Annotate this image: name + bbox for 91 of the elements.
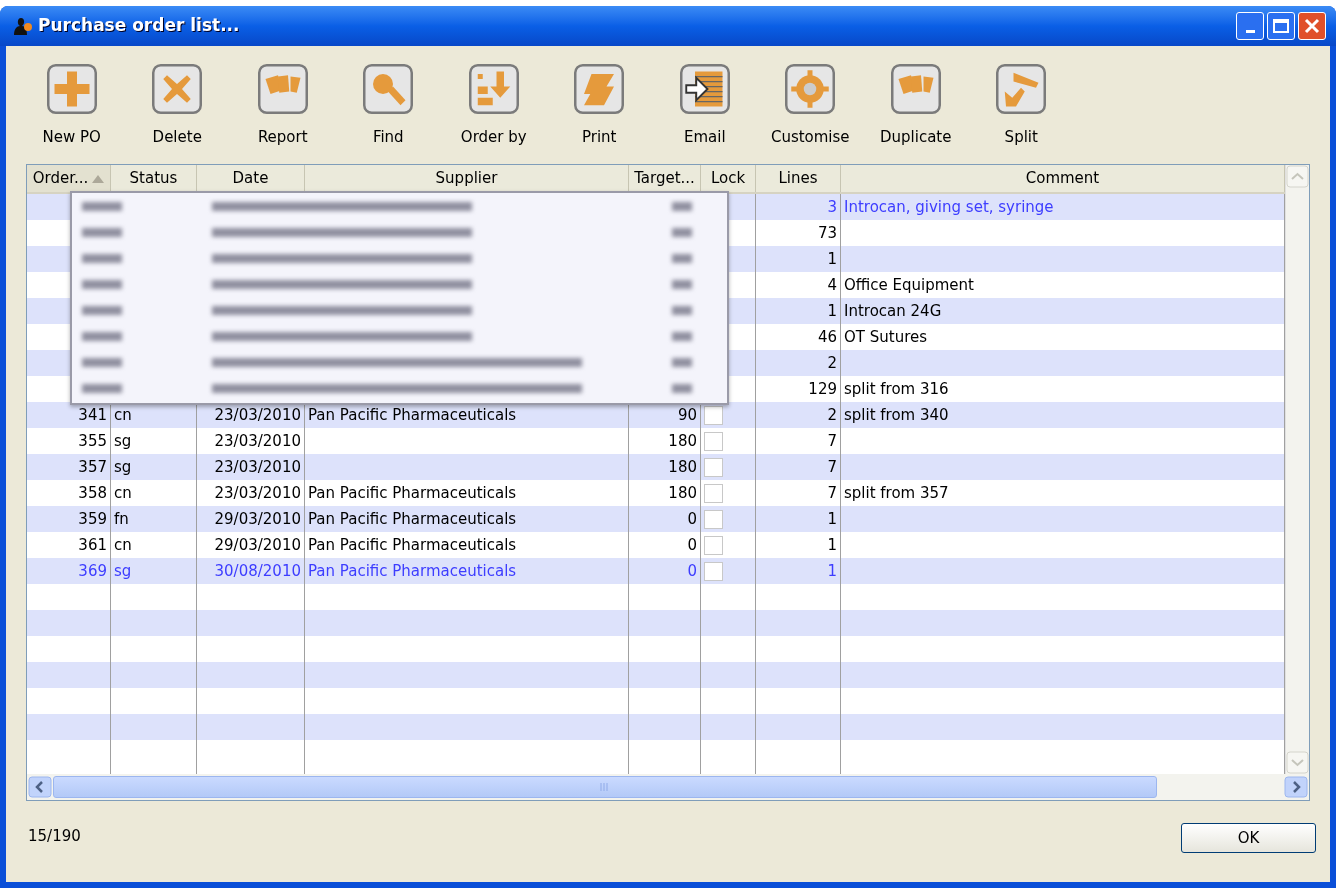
target-cell-text: 90 (677, 404, 697, 426)
lines-cell-text: 7 (827, 456, 837, 478)
order-cell-text: 361 (78, 534, 107, 556)
comment-cell-text: Introcan, giving set, syringe (844, 196, 1054, 218)
comment-cell-text: OT Sutures (844, 326, 928, 348)
lines-cell-text: 46 (817, 326, 837, 348)
scroll-right-icon[interactable] (1284, 776, 1308, 798)
maximize-button[interactable] (1267, 12, 1295, 40)
target-cell-text: 180 (668, 482, 697, 504)
status-cell-text: sg (114, 456, 132, 478)
cards-icon (890, 64, 941, 114)
lines-cell-text: 1 (827, 534, 837, 556)
status-cell-text: fn (114, 508, 129, 530)
cross-icon (152, 64, 203, 114)
lines-cell-text: 2 (827, 404, 837, 426)
order-cell-text: 358 (78, 482, 107, 504)
date-cell-text: 23/03/2010 (214, 482, 301, 504)
close-button[interactable] (1298, 12, 1326, 40)
close-icon (1304, 18, 1320, 34)
status-cell-text: sg (114, 430, 132, 452)
date-cell-text: 29/03/2010 (214, 508, 301, 530)
status-cell-text: cn (114, 404, 132, 426)
lines-cell-text: 1 (827, 248, 837, 270)
lock-checkbox[interactable] (704, 561, 723, 581)
lock-checkbox[interactable] (704, 509, 723, 529)
date-cell-text: 23/03/2010 (214, 404, 301, 426)
split-icon (996, 64, 1047, 114)
date-cell-text: 30/08/2010 (214, 560, 301, 582)
table-row[interactable]: 369 sg 30/08/2010 Pan Pacific Pharmaceuticals 0 1 (27, 558, 1285, 584)
supplier-cell-text: Pan Pacific Pharmaceuticals (308, 404, 517, 426)
target-cell-text: 180 (668, 456, 697, 478)
sort-ascending-icon (92, 174, 105, 183)
lock-checkbox[interactable] (704, 535, 723, 555)
email-icon (679, 64, 730, 114)
comment-cell-text: split from 340 (844, 404, 949, 426)
table-row[interactable]: 359 fn 29/03/2010 Pan Pacific Pharmaceuticals 0 1 (27, 506, 1285, 532)
magnifier-icon (363, 64, 414, 114)
lines-cell-text: 7 (827, 430, 837, 452)
order-cell-text: 369 (78, 560, 107, 582)
window-title: Purchase order list... (38, 14, 240, 38)
ok-button[interactable]: OK (1181, 823, 1316, 853)
target-cell-text: 0 (687, 534, 697, 556)
target-cell-text: 180 (668, 430, 697, 452)
order-cell-text: 357 (78, 456, 107, 478)
supplier-cell-text: Pan Pacific Pharmaceuticals (308, 534, 517, 556)
status-cell-text: sg (114, 560, 132, 582)
vertical-scrollbar[interactable] (1285, 165, 1309, 774)
lock-checkbox[interactable] (704, 431, 723, 451)
scroll-left-icon[interactable] (28, 776, 52, 798)
lines-cell-text: 7 (827, 482, 837, 504)
lines-cell-text: 3 (827, 196, 837, 218)
date-cell-text: 23/03/2010 (214, 430, 301, 452)
lock-checkbox[interactable] (704, 457, 723, 477)
column-header[interactable]: Order... (27, 165, 111, 192)
date-cell-text: 29/03/2010 (214, 534, 301, 556)
target-cell-text: 0 (687, 508, 697, 530)
lines-cell-text: 1 (827, 300, 837, 322)
lines-cell-text: 73 (817, 222, 837, 244)
order-cell-text: 355 (78, 430, 107, 452)
table-row[interactable]: 357 sg 23/03/2010 180 7 (27, 454, 1285, 480)
record-count: 15/190 (28, 826, 81, 847)
date-cell-text: 23/03/2010 (214, 456, 301, 478)
sort-icon (468, 64, 519, 114)
plus-icon (46, 64, 97, 114)
column-header[interactable]: Lines (756, 165, 841, 192)
lines-cell-text: 2 (827, 352, 837, 374)
lock-checkbox[interactable] (704, 405, 723, 425)
supplier-cell-text: Pan Pacific Pharmaceuticals (308, 508, 517, 530)
comment-cell-text: Introcan 24G (844, 300, 942, 322)
minimize-button[interactable] (1236, 12, 1264, 40)
status-cell-text: cn (114, 482, 132, 504)
comment-cell-text: Office Equipment (844, 274, 974, 296)
target-cell-text: 0 (687, 560, 697, 582)
scrollbar-thumb[interactable] (53, 776, 1157, 798)
scroll-up-icon[interactable] (1286, 165, 1309, 188)
lines-cell-text: 1 (827, 560, 837, 582)
lock-checkbox[interactable] (704, 483, 723, 503)
lines-cell-text: 129 (808, 378, 837, 400)
comment-cell-text: split from 316 (844, 378, 949, 400)
supplier-cell-text: Pan Pacific Pharmaceuticals (308, 560, 517, 582)
lines-cell-text: 1 (827, 508, 837, 530)
status-cell-text: cn (114, 534, 132, 556)
comment-cell-text: split from 357 (844, 482, 949, 504)
gear-icon (785, 64, 836, 114)
horizontal-scrollbar[interactable] (27, 774, 1309, 800)
cards-icon (257, 64, 308, 114)
order-cell-text: 359 (78, 508, 107, 530)
order-cell-text: 341 (78, 404, 107, 426)
lines-cell-text: 4 (827, 274, 837, 296)
supplier-cell-text: Pan Pacific Pharmaceuticals (308, 482, 517, 504)
table-row[interactable]: 341 cn 23/03/2010 Pan Pacific Pharmaceuticals 90 2 split from 340 (27, 402, 1285, 428)
